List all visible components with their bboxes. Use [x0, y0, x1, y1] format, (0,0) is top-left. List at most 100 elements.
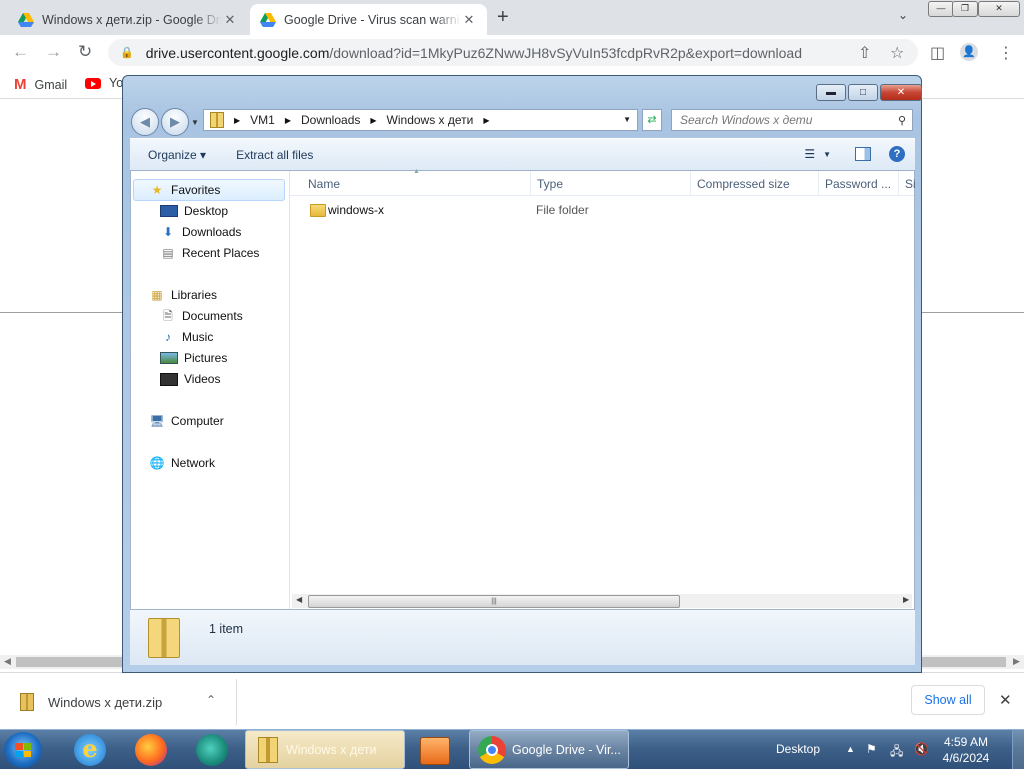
preview-pane-icon[interactable] [855, 147, 871, 161]
help-icon[interactable]: ? [889, 146, 905, 162]
nav-network[interactable]: 🌐 Network [149, 456, 216, 470]
details-pane: 1 item [130, 610, 915, 665]
clock-date: 4/6/2024 [942, 751, 990, 765]
close-icon[interactable]: ✕ [880, 84, 922, 101]
show-desktop-button[interactable] [1012, 730, 1024, 769]
breadcrumb-arrow-icon[interactable]: ▶ [285, 116, 291, 125]
media-player-icon[interactable] [420, 737, 450, 765]
show-hidden-icons-icon[interactable]: ▲ [846, 744, 855, 754]
nav-downloads[interactable]: ⬇ Downloads [160, 225, 241, 239]
address-bar[interactable]: 🔒 drive.usercontent.google.com/download?… [108, 39, 918, 66]
nav-favorites[interactable]: ★ Favorites [149, 183, 221, 197]
side-panel-icon[interactable]: ◫ [930, 43, 945, 63]
chevron-up-icon[interactable]: ⌃ [206, 693, 216, 707]
task-label: Windows x дети [286, 742, 377, 757]
start-button[interactable] [4, 732, 42, 768]
bookmark-gmail[interactable]: M Gmail [14, 76, 67, 93]
clock[interactable]: 4:59 AM 4/6/2024 [936, 734, 996, 766]
volume-muted-icon[interactable]: 🔇 [914, 742, 929, 756]
back-icon[interactable]: ← [12, 42, 29, 62]
scrollbar-thumb[interactable]: ||| [308, 595, 680, 608]
network-tray-icon[interactable]: 🖧 [890, 742, 903, 763]
music-icon: ♪ [165, 330, 171, 344]
forward-icon[interactable]: → [45, 42, 62, 62]
reload-icon[interactable]: ↻ [78, 42, 92, 62]
breadcrumb-arrow-icon[interactable]: ▶ [483, 116, 489, 125]
nav-music[interactable]: ♪ Music [160, 330, 213, 344]
app-icon[interactable] [196, 734, 228, 766]
file-name[interactable]: windows-x [328, 203, 384, 217]
nav-desktop[interactable]: Desktop [160, 204, 228, 218]
tab-close-icon[interactable]: ✕ [222, 12, 238, 28]
refresh-icon[interactable]: ⇄ [642, 109, 662, 131]
change-view-icon[interactable]: ☰ [804, 147, 815, 161]
youtube-icon [85, 77, 101, 89]
restore-icon[interactable]: ❐ [952, 1, 978, 17]
close-icon[interactable]: ✕ [978, 1, 1020, 17]
new-tab-button[interactable]: + [497, 6, 509, 29]
column-password[interactable]: Password ... [825, 177, 891, 191]
bookmark-star-icon[interactable]: ☆ [890, 43, 904, 63]
maximize-icon[interactable]: □ [848, 84, 878, 101]
breadcrumb-arrow-icon[interactable]: ▶ [234, 116, 240, 125]
recent-pages-icon[interactable]: ▼ [191, 118, 199, 136]
nav-pictures[interactable]: Pictures [160, 351, 227, 365]
address-dropdown-icon[interactable]: ▼ [623, 115, 631, 124]
tab-drive-zip[interactable]: Windows x дети.zip - Google Drive ✕ [8, 4, 248, 35]
table-row[interactable]: windows-x File folder [290, 199, 910, 221]
view-dropdown-icon[interactable]: ▼ [823, 150, 831, 159]
tab-search-chevron-icon[interactable]: ⌄ [898, 8, 908, 22]
nav-videos[interactable]: Videos [160, 372, 220, 386]
google-drive-icon [18, 12, 34, 27]
taskbar-chrome-window[interactable]: Google Drive - Vir... [469, 730, 629, 769]
breadcrumb-arrow-icon[interactable]: ▶ [370, 116, 376, 125]
column-divider[interactable] [818, 171, 819, 195]
forward-icon[interactable]: ▶ [161, 108, 189, 136]
firefox-icon[interactable] [135, 734, 167, 766]
explorer-content: ★ Favorites Desktop ⬇ Downloads ▤ Recent Pl… [130, 168, 916, 610]
column-name[interactable]: Name [308, 177, 340, 191]
minimize-icon[interactable]: ▬ [816, 84, 846, 101]
nav-recent-places[interactable]: ▤ Recent Places [160, 246, 259, 260]
profile-avatar-icon[interactable]: 👤 [960, 43, 978, 61]
scroll-right-icon[interactable]: ▶ [903, 595, 909, 604]
tab-virus-scan[interactable]: Google Drive - Virus scan warning ✕ [250, 4, 487, 35]
organize-button[interactable]: Organize ▾ [148, 148, 206, 162]
nav-computer[interactable]: 🖥 Computer [149, 414, 223, 428]
column-divider[interactable] [530, 171, 531, 195]
address-bar[interactable]: ▶ VM1 ▶ Downloads ▶ Windows x дети ▶ ▼ [203, 109, 638, 131]
scroll-left-icon[interactable]: ◀ [296, 595, 302, 604]
action-center-flag-icon[interactable]: ⚑ [866, 742, 877, 756]
taskbar: e Windows x дети Google Drive - Vir... D… [0, 729, 1024, 769]
tab-close-icon[interactable]: ✕ [461, 12, 477, 28]
scroll-left-icon[interactable]: ◀ [4, 656, 11, 667]
download-item[interactable]: Windows x дети.zip [20, 693, 162, 711]
column-compressed-size[interactable]: Compressed size [697, 177, 790, 191]
taskbar-explorer-window[interactable]: Windows x дети [245, 730, 405, 769]
breadcrumb-downloads[interactable]: Downloads [301, 113, 360, 127]
scroll-right-icon[interactable]: ▶ [1013, 656, 1020, 667]
internet-explorer-icon[interactable]: e [74, 734, 106, 766]
search-icon[interactable]: ⚲ [898, 114, 906, 127]
minimize-icon[interactable]: — [928, 1, 954, 17]
lock-icon: 🔒 [120, 47, 134, 59]
horizontal-scrollbar[interactable]: ◀ ||| ▶ [292, 594, 912, 608]
column-size[interactable]: Si [905, 177, 916, 191]
menu-kebab-icon[interactable]: ⋮ [998, 43, 1014, 63]
breadcrumb-current[interactable]: Windows x дети [387, 113, 474, 127]
bookmark-youtube[interactable]: Yo [85, 76, 123, 90]
search-input[interactable]: Search Windows x дети ⚲ [671, 109, 913, 131]
back-icon[interactable]: ◀ [131, 108, 159, 136]
nav-documents[interactable]: 🗎 Documents [160, 309, 243, 323]
nav-libraries[interactable]: ▦ Libraries [149, 288, 217, 302]
column-type[interactable]: Type [537, 177, 563, 191]
view-controls: ☰ ▼ ? [804, 146, 905, 162]
desktop-toolbar-label[interactable]: Desktop [776, 742, 820, 756]
extract-all-button[interactable]: Extract all files [236, 148, 313, 162]
share-icon[interactable]: ⇧ [858, 43, 871, 63]
column-divider[interactable] [690, 171, 691, 195]
show-all-button[interactable]: Show all [911, 685, 985, 715]
close-icon[interactable]: ✕ [999, 691, 1012, 709]
column-divider[interactable] [898, 171, 899, 195]
breadcrumb-vm1[interactable]: VM1 [250, 113, 275, 127]
